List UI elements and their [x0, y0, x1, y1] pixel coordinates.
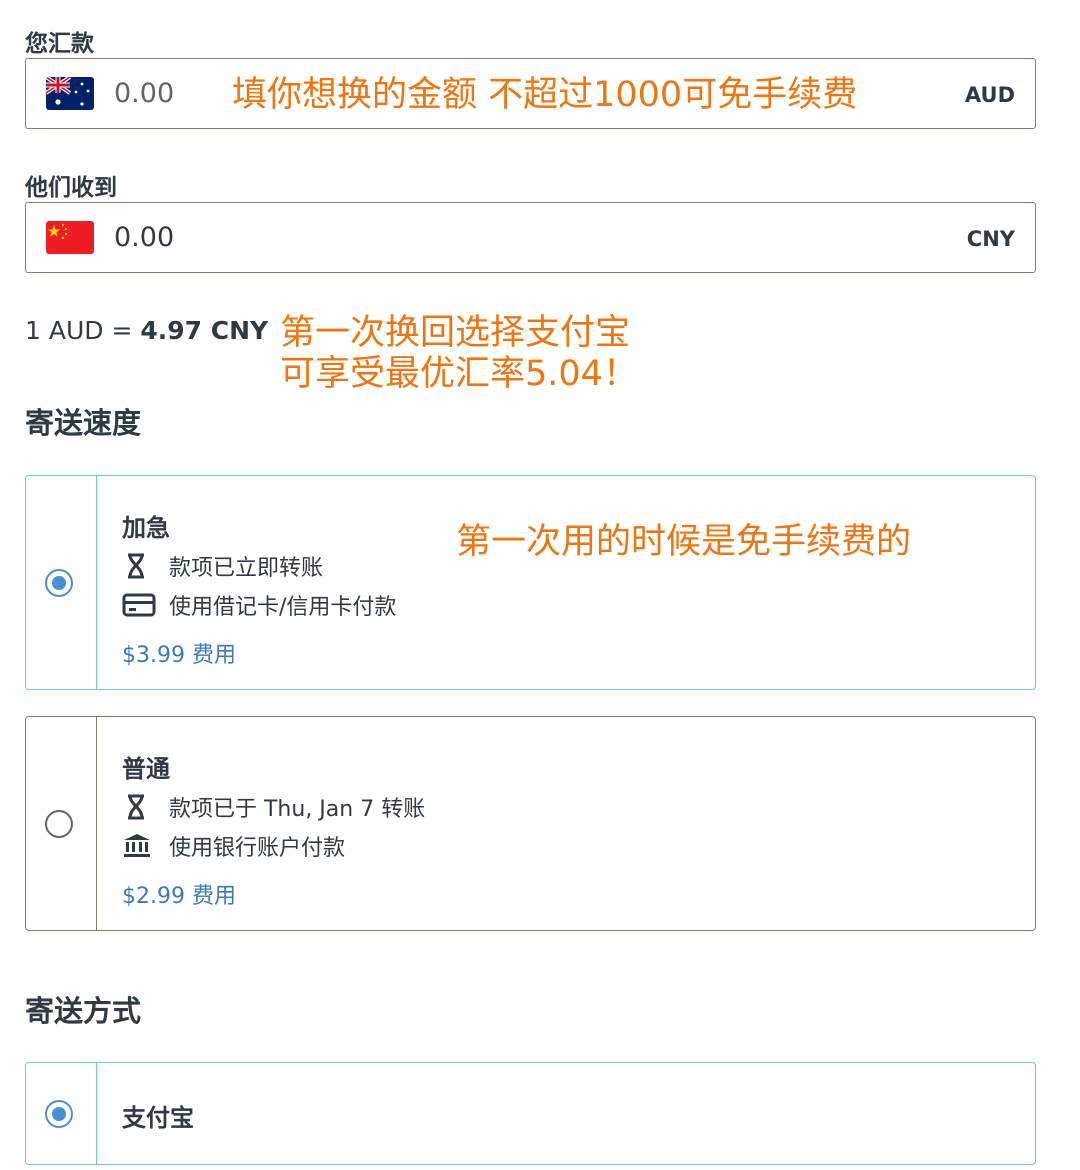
speed-option-payment: 使用银行账户付款 — [122, 830, 345, 862]
payment-text: 使用借记卡/信用卡付款 — [169, 595, 397, 620]
speed-option-payment: 使用借记卡/信用卡付款 — [122, 589, 396, 621]
amount-annotation: 填你想换的金额 不超过1000可免手续费 — [232, 75, 858, 115]
speed-option-title: 普通 — [122, 755, 170, 783]
rate-annotation-line2: 可享受最优汇率5.04！ — [280, 354, 638, 394]
receive-amount-label: 他们收到 — [25, 175, 117, 201]
receive-amount-input[interactable]: 0.00 — [114, 222, 174, 253]
radio-alipay[interactable] — [45, 1100, 73, 1128]
radio-express[interactable] — [45, 569, 73, 597]
delivery-speed-title: 寄送速度 — [25, 406, 142, 440]
china-flag-icon — [46, 221, 94, 254]
method-option-alipay[interactable]: 支付宝 — [25, 1062, 1036, 1165]
hourglass-icon — [122, 553, 152, 579]
speed-option-fee: $3.99 费用 — [122, 643, 236, 668]
speed-option-timing: 款项已于 Thu, Jan 7 转账 — [122, 791, 425, 823]
australia-flag-icon — [46, 77, 94, 110]
delivery-method-title: 寄送方式 — [25, 994, 142, 1028]
timing-text: 款项已于 Thu, Jan 7 转账 — [169, 797, 426, 822]
send-currency[interactable]: AUD — [965, 83, 1015, 107]
send-amount-label: 您汇款 — [25, 31, 94, 57]
credit-card-icon — [122, 592, 156, 618]
method-option-title: 支付宝 — [122, 1104, 194, 1132]
radio-column — [26, 476, 97, 689]
hourglass-icon — [122, 794, 152, 820]
radio-column — [26, 1063, 97, 1164]
payment-text: 使用银行账户付款 — [169, 836, 346, 861]
speed-option-title: 加急 — [122, 514, 170, 542]
fee-annotation: 第一次用的时候是免手续费的 — [456, 522, 912, 562]
speed-option-timing: 款项已立即转账 — [122, 550, 323, 582]
timing-text: 款项已立即转账 — [169, 556, 324, 581]
exchange-rate-value: 4.97 CNY — [140, 316, 269, 345]
bank-icon — [122, 833, 152, 859]
speed-option-express[interactable]: 加急 款项已立即转账 使用借记卡/信用卡付款 $3.99 费用 第一次用的时候是… — [25, 475, 1036, 690]
speed-option-fee: $2.99 费用 — [122, 884, 236, 909]
radio-standard[interactable] — [45, 810, 73, 838]
exchange-rate: 1 AUD = 4.97 CNY — [25, 316, 268, 345]
send-amount-input[interactable]: 0.00 — [114, 78, 174, 109]
exchange-rate-prefix: 1 AUD = — [25, 316, 141, 345]
speed-option-standard[interactable]: 普通 款项已于 Thu, Jan 7 转账 使用银行账户付款 $2.99 费用 — [25, 716, 1036, 931]
receive-currency[interactable]: CNY — [967, 227, 1015, 251]
receive-amount-field[interactable]: 0.00 CNY — [25, 202, 1036, 273]
radio-column — [26, 717, 97, 930]
